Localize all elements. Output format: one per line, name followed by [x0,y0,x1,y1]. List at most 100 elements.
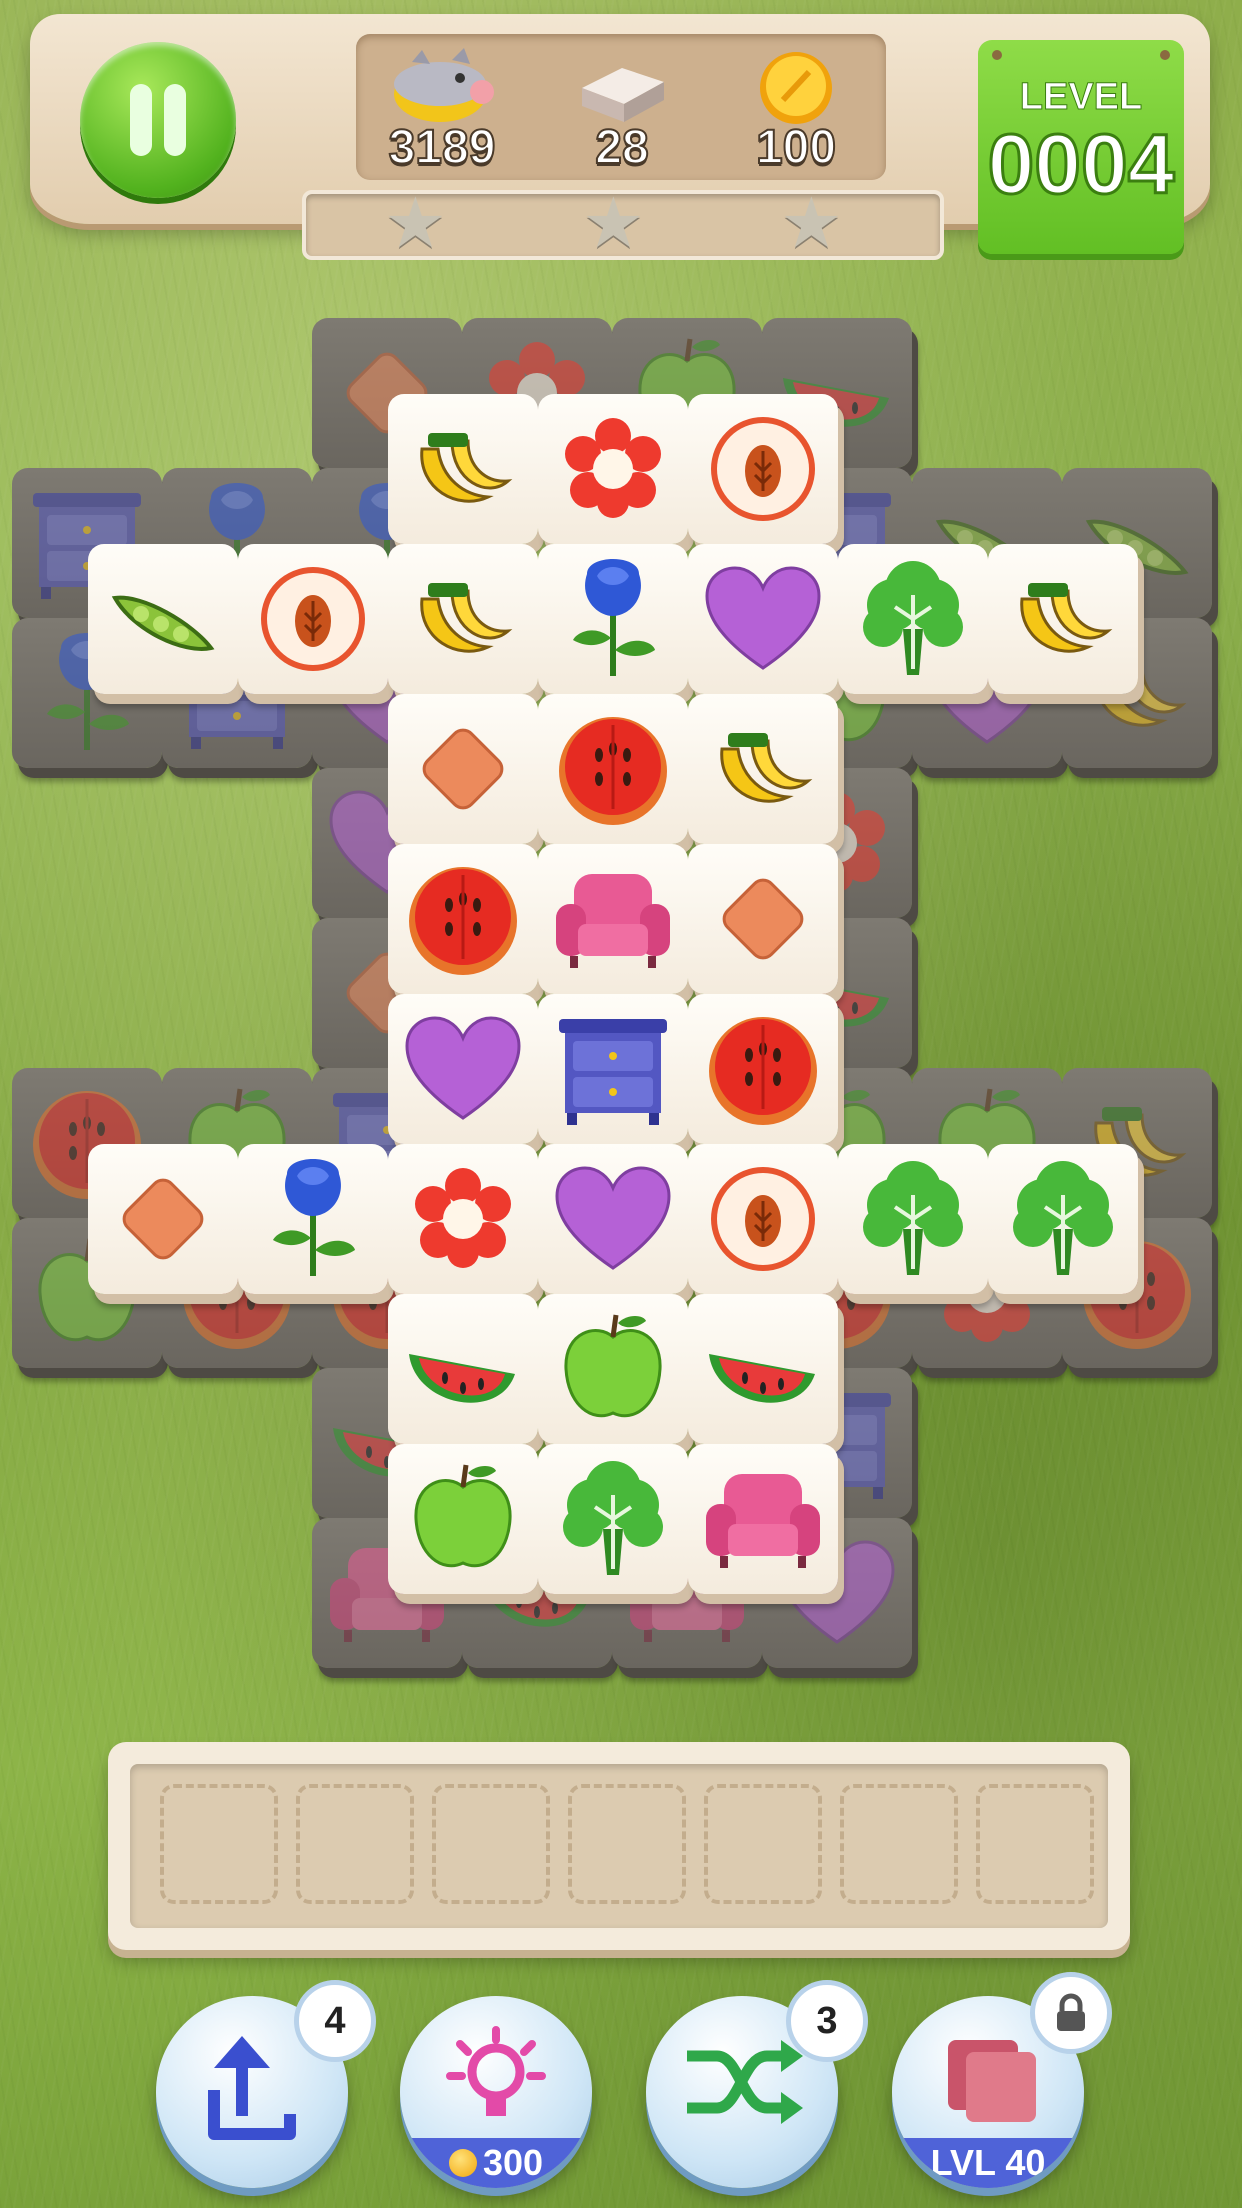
level-badge: LEVEL 0004 [978,40,1184,254]
flower-icon [388,1144,538,1294]
tile-apple[interactable] [538,1294,688,1444]
tile-dresser[interactable] [538,994,688,1144]
tile-peach[interactable] [238,544,388,694]
armchair-icon [688,1444,838,1594]
tray-slot [976,1784,1094,1904]
broccoli-icon [988,1144,1138,1294]
tile-peach[interactable] [688,1144,838,1294]
tile-stack-icon [542,48,702,128]
tile-flower[interactable] [538,394,688,544]
tile-banana[interactable] [988,544,1138,694]
tile-broccoli[interactable] [988,1144,1138,1294]
diamond-icon [688,844,838,994]
level-number: 0004 [986,117,1176,211]
apple-icon [388,1444,538,1594]
broccoli-icon [838,1144,988,1294]
tile-banana[interactable] [388,544,538,694]
peas-icon [88,544,238,694]
orange-icon [688,994,838,1144]
diamond-icon [88,1144,238,1294]
orange-icon [388,844,538,994]
broccoli-icon [538,1444,688,1594]
tile-apple[interactable] [388,1444,538,1594]
tile-watermelon[interactable] [688,1294,838,1444]
pin-icon [1160,50,1170,60]
tile-orange[interactable] [688,994,838,1144]
tray-slot [840,1784,958,1904]
pause-button[interactable] [80,42,236,198]
coin-icon [448,2149,477,2177]
banana-icon [688,694,838,844]
tray-slot [432,1784,550,1904]
shuffle-count-badge: 3 [786,1980,868,2062]
watermelon-icon [688,1294,838,1444]
hint-cost: 300 [400,2138,592,2188]
tile-banana[interactable] [388,394,538,544]
tile-heart[interactable] [688,544,838,694]
rose-icon [538,544,688,694]
armchair-icon [538,844,688,994]
peach-icon [688,394,838,544]
pin-icon [992,50,1002,60]
tile-rose[interactable] [238,1144,388,1294]
tile-diamond[interactable] [388,694,538,844]
tile-peas[interactable] [88,544,238,694]
tile-broccoli[interactable] [838,1144,988,1294]
tile-peach[interactable] [688,394,838,544]
dresser-icon [538,994,688,1144]
coin-counter[interactable]: 100 [716,48,876,175]
flower-icon [538,394,688,544]
piggy-value: 3189 [388,120,497,175]
tray-slot [160,1784,278,1904]
tile-orange[interactable] [388,844,538,994]
broccoli-icon [838,544,988,694]
tile-tray [108,1742,1130,1950]
undo-count-badge: 4 [294,1980,376,2062]
tile-diamond[interactable] [688,844,838,994]
tile-watermelon[interactable] [388,1294,538,1444]
level-label: LEVEL [1019,76,1143,119]
banana-icon [388,544,538,694]
tile-broccoli[interactable] [838,544,988,694]
watermelon-icon [388,1294,538,1444]
star-progress-bar: ★ ★ ★ [302,182,944,264]
tile-flower[interactable] [388,1144,538,1294]
coins-value: 100 [755,120,837,175]
banana-icon [988,544,1138,694]
piggy-bank-icon [362,48,522,128]
lock-icon [1030,1972,1112,2054]
tile-rose[interactable] [538,544,688,694]
coin-icon [716,48,876,128]
star-icon: ★ [780,182,843,264]
unlock-level-label: LVL 40 [892,2138,1084,2188]
tray-slot [704,1784,822,1904]
peach-icon [688,1144,838,1294]
star-icon: ★ [384,182,447,264]
tray-slot [296,1784,414,1904]
tile-armchair[interactable] [538,844,688,994]
orange-icon [538,694,688,844]
heart-icon [688,544,838,694]
rose-icon [238,1144,388,1294]
tile-armchair[interactable] [688,1444,838,1594]
tile-broccoli[interactable] [538,1444,688,1594]
banana-icon [388,394,538,544]
heart-icon [538,1144,688,1294]
tray-slots [130,1764,1108,1928]
tiles-value: 28 [594,120,649,175]
hint-button[interactable]: 300 [400,1996,592,2188]
tile-orange[interactable] [538,694,688,844]
tile-banana[interactable] [688,694,838,844]
apple-icon [538,1294,688,1444]
tile-diamond[interactable] [88,1144,238,1294]
star-icon: ★ [582,182,645,264]
piggy-bank-counter[interactable]: 3189 [362,48,522,175]
diamond-icon [388,694,538,844]
heart-icon [388,994,538,1144]
tile-heart[interactable] [388,994,538,1144]
tray-slot [568,1784,686,1904]
resource-panel: 3189 28 100 [356,34,886,180]
tile-heart[interactable] [538,1144,688,1294]
lightbulb-icon [400,2022,592,2132]
tile-counter: 28 [542,48,702,175]
